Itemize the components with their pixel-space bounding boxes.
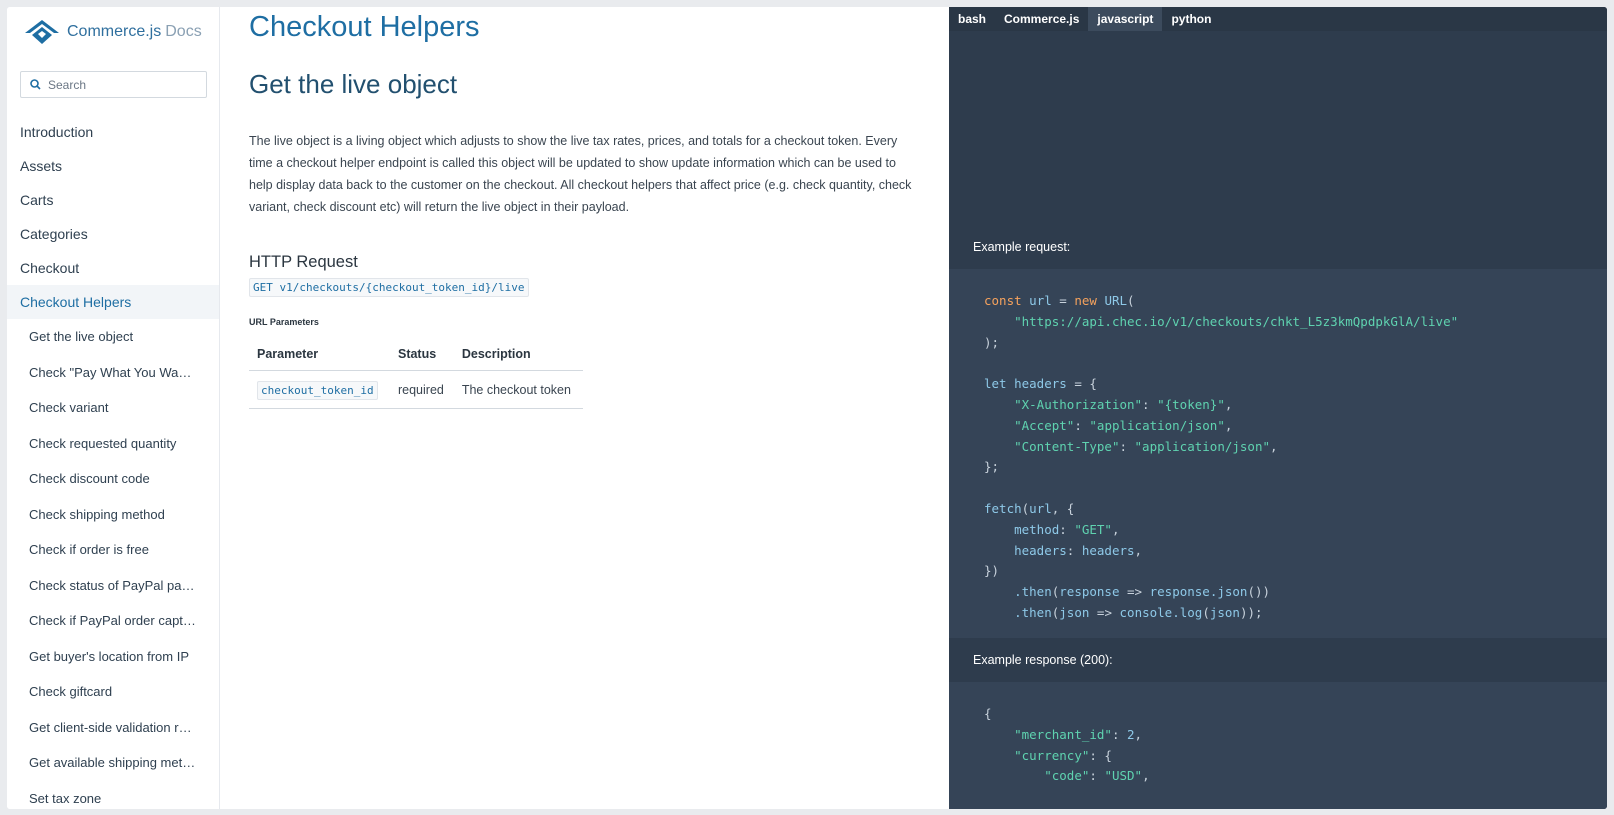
header-ct-value: "application/json" (1134, 438, 1270, 454)
search-box[interactable] (20, 71, 207, 98)
sidebar-item-checkout-helpers[interactable]: Checkout Helpers (7, 285, 219, 319)
docs-window: Commerce.jsDocs Introduction Assets Cart… (7, 7, 1607, 809)
request-code-block: const url = new URL( "https://api.chec.i… (949, 269, 1607, 638)
logo[interactable]: Commerce.js Docs (24, 17, 202, 47)
sidebar: Commerce.jsDocs Introduction Assets Cart… (7, 7, 220, 809)
response-code-block: { "merchant_id": 2, "currency": { "code"… (949, 682, 1607, 809)
request-code: const url = new URL( "https://api.chec.i… (984, 293, 1459, 620)
response-code-value: "USD" (1104, 768, 1143, 784)
sidebar-subitem-get-buyer-location[interactable]: Get buyer's location from IP (7, 639, 197, 675)
response-merchant-value: 2 (1127, 726, 1135, 742)
column-header-parameter: Parameter (249, 337, 390, 371)
response-currency-key: "currency" (1014, 747, 1090, 763)
column-header-description: Description (453, 337, 583, 371)
search-icon (30, 79, 41, 90)
search-input[interactable] (46, 76, 200, 93)
table-header-row: Parameter Status Description (249, 337, 583, 371)
tab-bash[interactable]: bash (949, 7, 995, 31)
page-title: Checkout Helpers (249, 11, 480, 43)
language-tabs: bash Commerce.js javascript python (949, 7, 1607, 31)
sidebar-subitem-check-pay-what-you-want[interactable]: Check "Pay What You Want" amount (7, 355, 197, 391)
sidebar-nav: Introduction Assets Carts Categories Che… (7, 115, 219, 809)
sidebar-item-carts[interactable]: Carts (7, 183, 219, 217)
response-code: { "merchant_id": 2, "currency": { "code"… (984, 706, 1150, 784)
sidebar-subitem-check-paypal-status[interactable]: Check status of PayPal payment (7, 568, 197, 604)
request-url: "https://api.chec.io/v1/checkouts/chkt_L… (1014, 313, 1459, 329)
sidebar-item-checkout[interactable]: Checkout (7, 251, 219, 285)
response-merchant-key: "merchant_id" (1014, 726, 1112, 742)
status-cell: required (389, 370, 454, 409)
example-request-label: Example request: (949, 225, 1607, 269)
commercejs-logo-icon (25, 20, 59, 44)
method-value: "GET" (1074, 521, 1112, 537)
table-row: checkout_token_id required The checkout … (249, 370, 583, 409)
sidebar-subitem-check-variant[interactable]: Check variant (7, 390, 197, 426)
tab-commercejs[interactable]: Commerce.js (995, 7, 1088, 31)
sidebar-subitem-get-shipping-methods[interactable]: Get available shipping methods (7, 745, 197, 781)
code-panel: bash Commerce.js javascript python Examp… (949, 7, 1607, 809)
sidebar-subitem-get-live-object[interactable]: Get the live object (7, 319, 197, 355)
logo-name: Commerce.js (67, 23, 162, 40)
sidebar-subitem-check-requested-quantity[interactable]: Check requested quantity (7, 426, 197, 462)
tab-javascript[interactable]: javascript (1088, 7, 1163, 31)
param-cell: checkout_token_id (249, 370, 390, 409)
header-auth-key: "X-Authorization" (1014, 396, 1143, 412)
param-name: checkout_token_id (257, 380, 378, 400)
column-header-status: Status (389, 337, 454, 371)
header-auth-value: "{token}" (1157, 396, 1225, 412)
header-accept-value: "application/json" (1089, 417, 1225, 433)
sidebar-subitem-set-tax-zone[interactable]: Set tax zone (7, 781, 197, 810)
header-ct-key: "Content-Type" (1014, 438, 1120, 454)
sidebar-subitem-get-validation-rules[interactable]: Get client-side validation rules (7, 710, 197, 746)
sidebar-item-categories[interactable]: Categories (7, 217, 219, 251)
sidebar-subitem-check-giftcard[interactable]: Check giftcard (7, 674, 197, 710)
endpoint-code: GET v1/checkouts/{checkout_token_id}/liv… (249, 278, 529, 297)
header-accept-key: "Accept" (1014, 417, 1075, 433)
sidebar-subitem-check-discount-code[interactable]: Check discount code (7, 461, 197, 497)
section-title: Get the live object (249, 69, 458, 99)
parameters-table: Parameter Status Description checkout_to… (249, 337, 583, 409)
example-response-label: Example response (200): (949, 638, 1607, 682)
tab-python[interactable]: python (1162, 7, 1220, 31)
logo-suffix: Docs (165, 23, 202, 40)
sidebar-item-assets[interactable]: Assets (7, 149, 219, 183)
logo-text: Commerce.js Docs (67, 23, 202, 41)
main-content: Checkout Helpers Get the live object The… (249, 7, 949, 809)
sidebar-subitem-check-shipping-method[interactable]: Check shipping method (7, 497, 197, 533)
response-code-key: "code" (1044, 768, 1090, 784)
http-request-heading: HTTP Request (249, 253, 358, 271)
url-parameters-heading: URL Parameters (249, 317, 319, 327)
description-paragraph: The live object is a living object which… (249, 134, 912, 214)
sidebar-subitem-check-order-free[interactable]: Check if order is free (7, 532, 197, 568)
sidebar-subitem-check-paypal-captured[interactable]: Check if PayPal order captured (7, 603, 197, 639)
sidebar-item-introduction[interactable]: Introduction (7, 115, 219, 149)
description-cell: The checkout token (453, 370, 583, 409)
